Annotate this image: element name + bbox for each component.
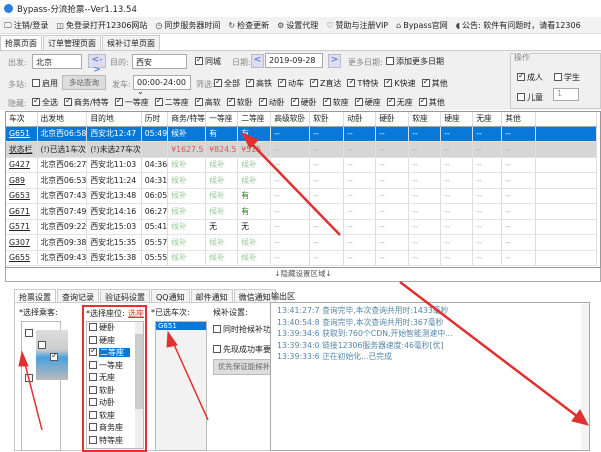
annotation-arrow [171,339,209,421]
annotation-arrows [18,131,589,431]
annotation-arrow [399,281,583,421]
arrow-head [18,350,29,367]
annotation-arrow [247,139,341,236]
arrow-head [571,409,589,426]
arrow-head [240,131,259,149]
annotation-arrow [23,359,43,431]
arrow-head [166,330,178,348]
